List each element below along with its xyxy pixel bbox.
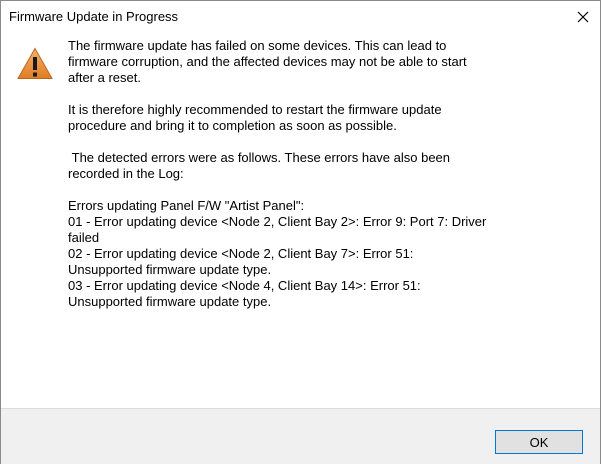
error-line-3: 03 - Error updating device <Node 4, Clie… bbox=[68, 278, 421, 309]
error-line-2: 02 - Error updating device <Node 2, Clie… bbox=[68, 246, 414, 277]
dialog-title: Firmware Update in Progress bbox=[9, 9, 179, 24]
ok-button[interactable]: OK bbox=[495, 430, 583, 454]
message-paragraph-1: The firmware update has failed on some d… bbox=[68, 38, 467, 85]
button-bar: OK bbox=[1, 408, 600, 464]
warning-triangle-icon bbox=[17, 47, 53, 79]
message-text: The firmware update has failed on some d… bbox=[68, 38, 573, 310]
message-paragraph-2: It is therefore highly recommended to re… bbox=[68, 102, 442, 133]
title-bar[interactable]: Firmware Update in Progress bbox=[1, 1, 600, 32]
error-line-1: 01 - Error updating device <Node 2, Clie… bbox=[68, 214, 487, 245]
close-button[interactable] bbox=[566, 1, 600, 32]
dialog-window: Firmware Update in Progress The firmware… bbox=[0, 0, 601, 464]
message-paragraph-3: The detected errors were as follows. The… bbox=[68, 150, 451, 181]
errors-heading: Errors updating Panel F/W "Artist Panel"… bbox=[68, 198, 305, 213]
close-icon bbox=[577, 11, 589, 22]
